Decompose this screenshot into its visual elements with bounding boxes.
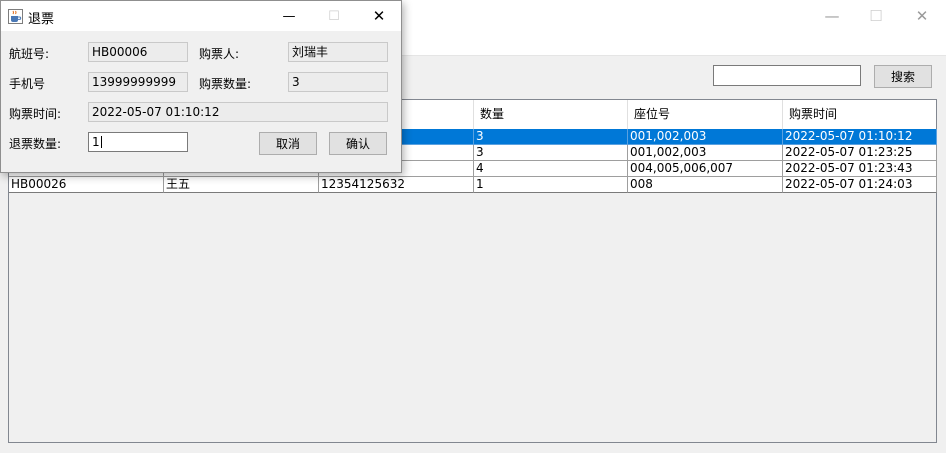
search-button[interactable]: 搜索: [874, 65, 932, 88]
cell-quantity: 3: [474, 145, 628, 161]
quantity-field: 3: [288, 72, 388, 92]
cell-seats: 004,005,006,007: [628, 161, 783, 177]
refund-quantity-value: 1: [92, 135, 100, 149]
cell-seats: 001,002,003: [628, 129, 783, 145]
cell-time: 2022-05-07 01:23:25: [783, 145, 937, 161]
main-maximize-button[interactable]: ☐: [853, 0, 899, 31]
dialog-titlebar[interactable]: 退票 — ☐ ✕: [1, 1, 401, 31]
cell-quantity: 4: [474, 161, 628, 177]
cell-seats: 008: [628, 177, 783, 193]
quantity-label: 购票数量:: [199, 77, 252, 91]
confirm-button[interactable]: 确认: [329, 132, 387, 155]
phone-label: 手机号: [9, 77, 46, 91]
dialog-close-button[interactable]: ✕: [356, 1, 402, 31]
purchase-time-label: 购票时间:: [9, 107, 62, 121]
col-header-quantity[interactable]: 数量: [474, 100, 628, 129]
cell-name: 王五: [164, 177, 319, 193]
java-coffee-icon: [8, 9, 23, 24]
cancel-button[interactable]: 取消: [259, 132, 317, 155]
buyer-label: 购票人:: [199, 47, 240, 61]
cell-flight: HB00026: [9, 177, 164, 193]
refund-quantity-label: 退票数量:: [9, 137, 62, 151]
close-icon: ✕: [372, 7, 386, 25]
cell-time: 2022-05-07 01:10:12: [783, 129, 937, 145]
phone-field: 13999999999: [88, 72, 188, 92]
close-icon: ✕: [915, 6, 929, 25]
buyer-field: 刘瑞丰: [288, 42, 388, 62]
maximize-icon: ☐: [869, 6, 883, 25]
table-row[interactable]: HB00026 王五 12354125632 1 008 2022-05-07 …: [9, 177, 937, 193]
purchase-time-field: 2022-05-07 01:10:12: [88, 102, 388, 122]
cell-quantity: 1: [474, 177, 628, 193]
refund-dialog: 退票 — ☐ ✕ 航班号: HB00006 购票人: 刘瑞丰 手机号 13999…: [0, 0, 402, 173]
minimize-icon: —: [824, 6, 840, 25]
flight-field: HB00006: [88, 42, 188, 62]
minimize-icon: —: [282, 8, 296, 24]
col-header-seats[interactable]: 座位号: [628, 100, 783, 129]
refund-quantity-input[interactable]: 1: [88, 132, 188, 152]
dialog-title: 退票: [28, 12, 55, 27]
dialog-maximize-button[interactable]: ☐: [311, 1, 357, 31]
search-input[interactable]: [713, 65, 861, 86]
flight-label: 航班号:: [9, 47, 50, 61]
main-close-button[interactable]: ✕: [899, 0, 945, 31]
cell-seats: 001,002,003: [628, 145, 783, 161]
cell-time: 2022-05-07 01:24:03: [783, 177, 937, 193]
col-header-time[interactable]: 购票时间: [783, 100, 936, 129]
maximize-icon: ☐: [328, 8, 340, 24]
cell-time: 2022-05-07 01:23:43: [783, 161, 937, 177]
text-caret: [100, 136, 102, 148]
main-minimize-button[interactable]: —: [809, 0, 855, 31]
dialog-minimize-button[interactable]: —: [266, 1, 312, 31]
cell-phone: 12354125632: [319, 177, 474, 193]
cell-quantity: 3: [474, 129, 628, 145]
